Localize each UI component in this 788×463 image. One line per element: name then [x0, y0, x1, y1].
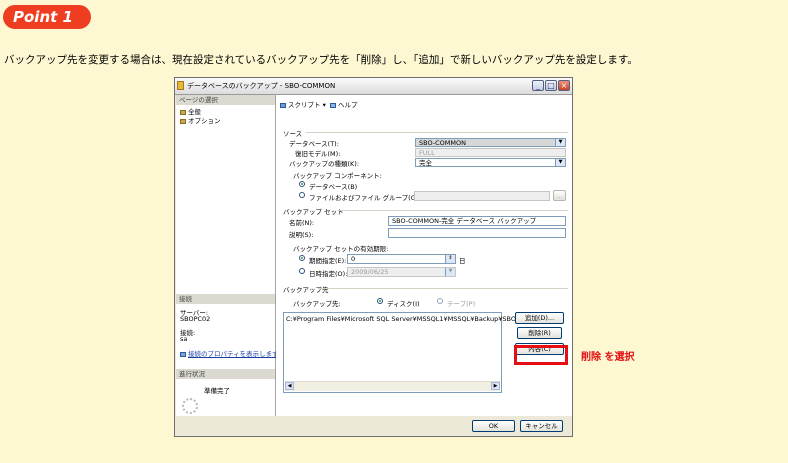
connection-properties-link[interactable]: 接続のプロパティを表示します: [180, 348, 279, 358]
component-files-radio[interactable]: [299, 192, 305, 198]
help-button[interactable]: ヘルプ: [330, 99, 358, 109]
progress-spinner-icon: [182, 398, 198, 414]
destination-divider: [318, 288, 568, 289]
close-button[interactable]: ×: [558, 80, 570, 91]
progress-header: 進行状況: [176, 369, 275, 379]
toolbar: スクリプト ▾ ヘルプ: [276, 95, 572, 111]
files-field: [414, 191, 550, 201]
scroll-right-icon[interactable]: ▶: [491, 382, 500, 390]
scroll-left-icon[interactable]: ◀: [285, 382, 294, 390]
remove-highlight-box: [514, 345, 568, 365]
chevron-down-icon: ▼: [555, 139, 565, 146]
database-icon: [177, 81, 184, 90]
destination-path-item[interactable]: C:¥Program Files¥Microsoft SQL Server¥MS…: [286, 315, 520, 323]
description-input[interactable]: [388, 228, 566, 238]
connection-header: 接続: [176, 294, 275, 304]
component-files-label: ファイルおよびファイル グループ(G):: [309, 194, 421, 202]
backup-dialog: データベースのバックアップ - SBO-COMMON _ □ × ページの選択 …: [174, 77, 573, 437]
left-pane: ページの選択 全般 オプション 接続 サーバー: SBOPC02 接続: sa …: [176, 95, 279, 416]
expiration-label: バックアップ セットの有効期限:: [293, 245, 389, 253]
ok-button[interactable]: OK: [472, 420, 515, 432]
source-divider: [306, 132, 568, 133]
name-input[interactable]: SBO-COMMON-完全 データベース バックアップ: [388, 216, 566, 226]
spinner-arrows-icon[interactable]: ⇕: [445, 255, 455, 263]
maximize-button[interactable]: □: [545, 80, 557, 91]
expire-on-radio[interactable]: [299, 268, 305, 274]
recovery-model-label: 復旧モデル(M):: [295, 150, 341, 158]
destination-group-label: バックアップ先: [283, 286, 329, 294]
page-icon: [180, 118, 186, 124]
expire-after-label: 期間指定(E):: [309, 257, 347, 265]
backup-set-group-label: バックアップ セット: [283, 208, 344, 216]
minimize-button[interactable]: _: [532, 80, 544, 91]
intro-text: バックアップ先を変更する場合は、現在設定されているバックアップ先を「削除」し、「…: [4, 54, 638, 66]
main-pane: スクリプト ▾ ヘルプ ソース データベース(T): SBO-COMMON ▼ 復…: [276, 95, 572, 416]
database-label: データベース(T):: [289, 140, 339, 148]
component-database-label: データベース(B): [309, 183, 358, 191]
horizontal-scrollbar[interactable]: ◀ ▶: [285, 381, 500, 391]
description-label: 説明(S):: [289, 231, 314, 239]
database-select[interactable]: SBO-COMMON ▼: [415, 138, 566, 147]
script-icon: [280, 102, 286, 108]
dialog-footer: OK キャンセル: [276, 416, 572, 436]
help-icon: [330, 102, 336, 108]
page-icon: [180, 109, 186, 115]
expire-on-date: 2009/06/25 ▼: [347, 267, 456, 277]
chevron-down-icon: ▼: [555, 159, 565, 166]
page-select-header: ページの選択: [176, 95, 275, 105]
point-badge: Point 1: [3, 5, 91, 29]
backup-type-select[interactable]: 完全 ▼: [415, 158, 566, 167]
chevron-down-icon: ▼: [445, 268, 455, 276]
backup-set-divider: [338, 210, 568, 211]
backup-type-label: バックアップの種類(K):: [289, 160, 360, 168]
expire-after-radio[interactable]: [299, 255, 305, 261]
remove-button[interactable]: 削除(R): [517, 327, 562, 339]
properties-icon: [180, 351, 186, 357]
window-title: データベースのバックアップ - SBO-COMMON: [187, 82, 336, 90]
source-group-label: ソース: [283, 130, 303, 138]
callout-text: 削除 を選択: [581, 352, 635, 363]
component-database-radio[interactable]: [299, 181, 305, 187]
tape-label: テープ(P): [447, 300, 476, 308]
expire-on-label: 日時指定(O):: [309, 270, 348, 278]
connection-value: sa: [180, 335, 188, 343]
point-badge-label: Point 1: [13, 8, 73, 26]
disk-radio[interactable]: [377, 298, 383, 304]
status-text: 準備完了: [204, 387, 230, 395]
tape-radio[interactable]: [437, 298, 443, 304]
expire-after-input[interactable]: 0 ⇕: [347, 254, 456, 264]
disk-label: ディスク(I): [387, 300, 420, 308]
script-button[interactable]: スクリプト ▾: [280, 99, 326, 109]
destination-label: バックアップ先:: [293, 300, 341, 308]
backup-component-label: バックアップ コンポーネント:: [293, 172, 382, 180]
cancel-button[interactable]: キャンセル: [520, 420, 563, 432]
destination-list[interactable]: C:¥Program Files¥Microsoft SQL Server¥MS…: [283, 312, 520, 393]
name-label: 名前(N):: [289, 219, 315, 227]
files-browse-button[interactable]: ...: [553, 190, 566, 201]
page-item-options[interactable]: オプション: [180, 115, 221, 125]
days-label: 日: [459, 257, 466, 265]
title-bar: データベースのバックアップ - SBO-COMMON _ □ ×: [175, 78, 572, 95]
recovery-model-field: FULL: [415, 148, 566, 157]
server-value: SBOPC02: [180, 315, 211, 323]
add-button[interactable]: 追加(D)...: [515, 312, 564, 324]
